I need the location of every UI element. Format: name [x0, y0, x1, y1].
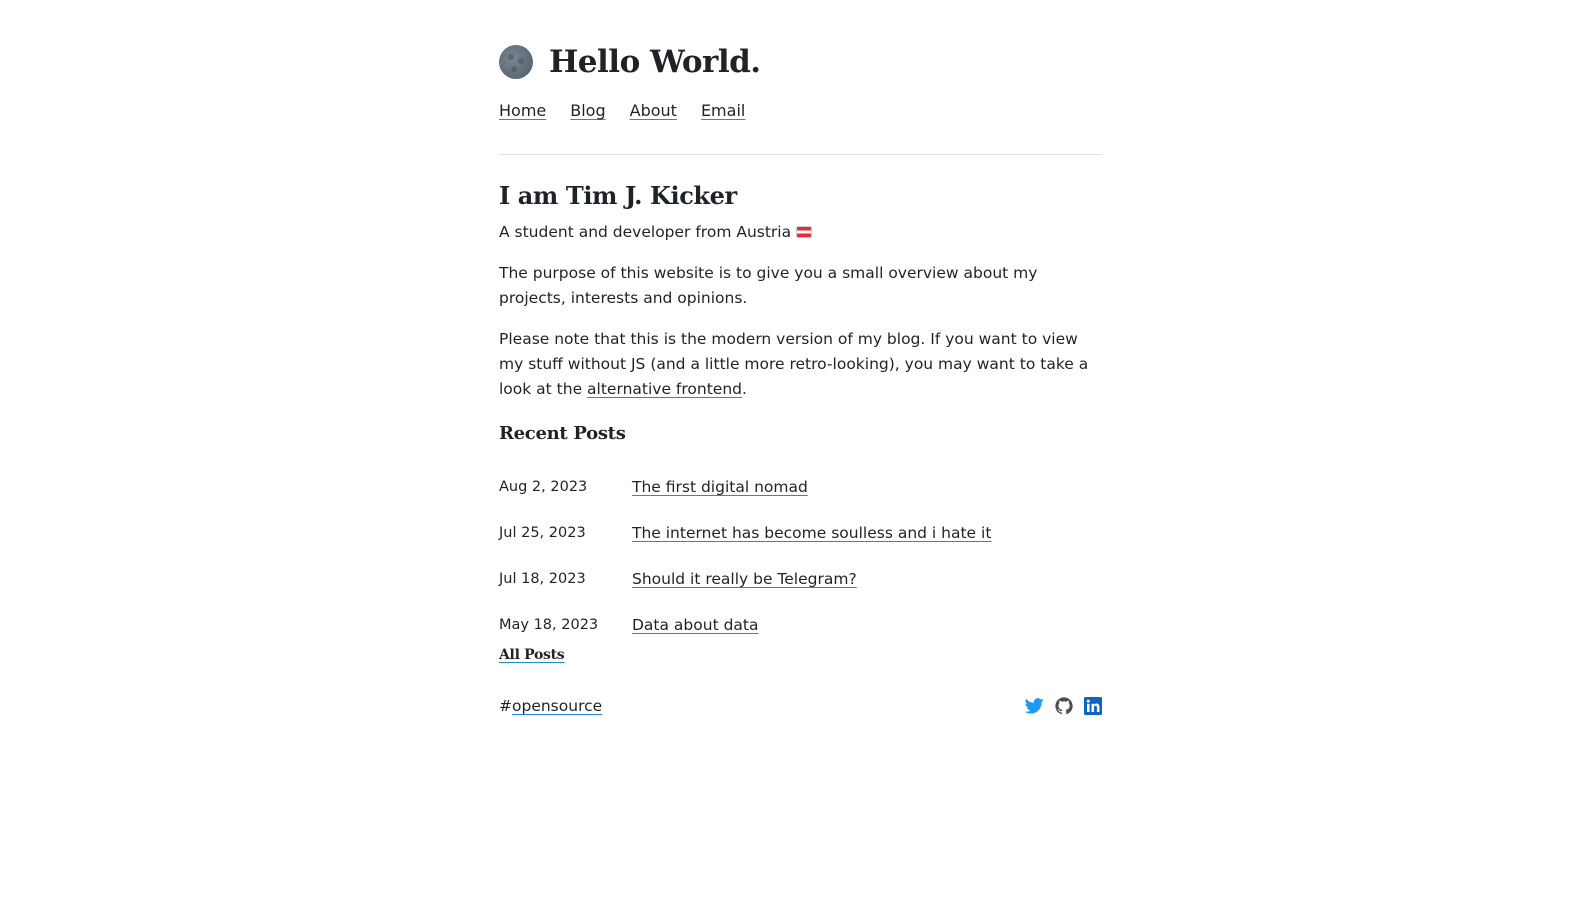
site-header: Hello World. [499, 44, 761, 80]
post-date: Jul 18, 2023 [499, 571, 586, 587]
hash-symbol: # [499, 697, 512, 715]
note-text-end: . [741, 380, 747, 398]
avatar-detail [511, 66, 517, 72]
post-row: Jul 18, 2023 Should it really be Telegra… [499, 556, 1102, 602]
nav-about-link[interactable]: About [630, 101, 677, 120]
post-title-link[interactable]: The internet has become soulless and i h… [632, 524, 991, 542]
post-row: Aug 2, 2023 The first digital nomad [499, 464, 1102, 510]
intro-paragraph-note: Please note that this is the modern vers… [499, 327, 1102, 402]
all-posts-link[interactable]: All Posts [499, 647, 565, 663]
post-title-link[interactable]: The first digital nomad [632, 478, 808, 496]
alternative-frontend-link[interactable]: alternative frontend [587, 380, 742, 398]
post-title-link[interactable]: Should it really be Telegram? [632, 570, 857, 588]
nav-blog-link[interactable]: Blog [570, 101, 605, 120]
avatar-detail [508, 54, 514, 60]
site-title[interactable]: Hello World. [549, 44, 761, 80]
opensource-tag: #opensource [499, 697, 602, 715]
twitter-icon[interactable] [1025, 698, 1044, 714]
recent-posts-list: Aug 2, 2023 The first digital nomad Jul … [499, 464, 1102, 648]
nav-email-link[interactable]: Email [701, 101, 745, 120]
austria-flag-icon [796, 226, 813, 238]
footer: #opensource [499, 697, 1102, 715]
intro-title: I am Tim J. Kicker [499, 181, 737, 210]
intro-paragraph-purpose: The purpose of this website is to give y… [499, 264, 1038, 307]
main-nav: Home Blog About Email [499, 101, 745, 120]
post-row: Jul 25, 2023 The internet has become sou… [499, 510, 1102, 556]
social-links [1025, 697, 1102, 715]
post-row: May 18, 2023 Data about data [499, 602, 1102, 648]
post-date: Aug 2, 2023 [499, 479, 588, 495]
avatar-detail [518, 58, 524, 64]
avatar[interactable] [499, 45, 533, 79]
post-date: Jul 25, 2023 [499, 525, 586, 541]
intro-subtitle: A student and developer from Austria [499, 220, 813, 244]
header-divider [499, 154, 1102, 155]
recent-posts-heading: Recent Posts [499, 423, 626, 444]
post-title-link[interactable]: Data about data [632, 616, 759, 634]
post-date: May 18, 2023 [499, 617, 599, 633]
nav-home-link[interactable]: Home [499, 101, 546, 120]
linkedin-icon[interactable] [1084, 697, 1102, 715]
github-icon[interactable] [1055, 697, 1073, 715]
intro-subtitle-text: A student and developer from Austria [499, 223, 792, 241]
opensource-link[interactable]: opensource [512, 697, 602, 715]
